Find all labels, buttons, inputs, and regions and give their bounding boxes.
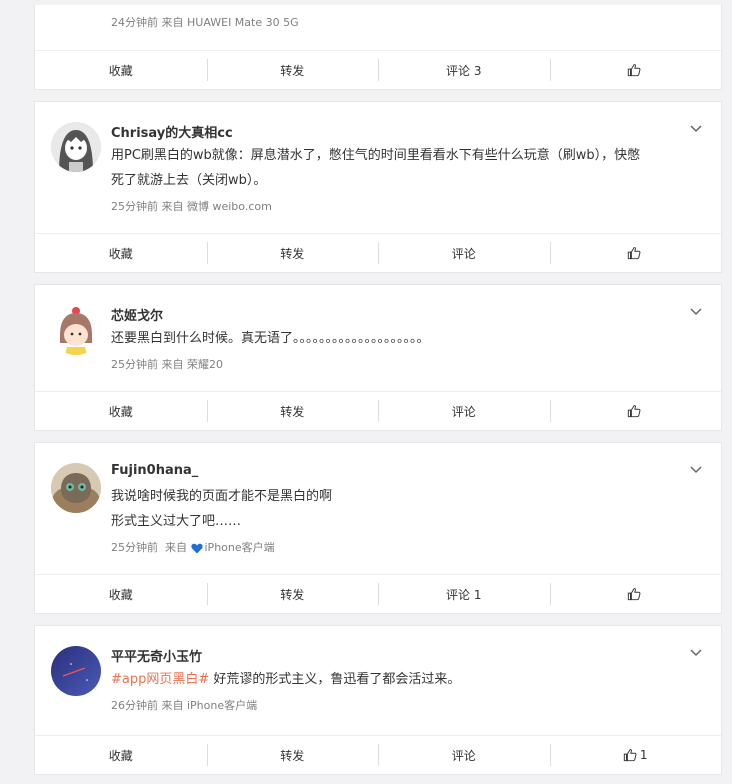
comment-button[interactable]: 评论 [378,392,550,430]
username[interactable]: 芯姬戈尔 [111,305,163,324]
thumbs-up-icon [627,588,641,601]
avatar[interactable] [51,646,101,696]
like-button[interactable] [549,234,722,272]
hashtag-link[interactable]: #app网页黑白# [111,672,209,687]
post-meta: 26分钟前 来自 iPhone客户端 [111,699,258,712]
chevron-down-icon[interactable] [689,463,703,477]
like-button[interactable] [549,392,722,430]
action-bar: 收藏 转发 评论 [35,233,721,272]
post-card: Fujin0hana_ 我说啥时候我的页面才能不是黑白的啊 形式主义过大了吧……… [34,442,722,614]
post-text: 死了就游上去（关闭wb）。 [111,173,267,188]
favorite-button[interactable]: 收藏 [35,575,207,613]
post-text: 还要黑白到什么时候。真无语了。。。。。。。。。。。。。。。。。。。。 [111,331,430,346]
favorite-button[interactable]: 收藏 [35,51,207,89]
chevron-down-icon[interactable] [689,122,703,136]
blue-heart-icon [190,543,203,553]
thumbs-up-icon [627,247,641,260]
repost-button[interactable]: 转发 [206,392,379,430]
username[interactable]: Fujin0hana_ [111,463,198,478]
comment-button[interactable]: 评论 [378,736,550,774]
post-text-body: 好荒谬的形式主义，鲁迅看了都会活过来。 [209,672,461,687]
cat-photo-avatar-icon [51,463,101,513]
post-text: 形式主义过大了吧…… [111,514,242,529]
post-text: #app网页黑白# 好荒谬的形式主义，鲁迅看了都会活过来。 [111,671,460,689]
post-card: 芯姬戈尔 还要黑白到什么时候。真无语了。。。。。。。。。。。。。。。。。。。。 … [34,284,722,431]
post-card: 24分钟前 来自 HUAWEI Mate 30 5G 收藏 转发 评论 3 [34,0,722,90]
avatar[interactable] [51,305,101,355]
post-card: 平平无奇小玉竹 #app网页黑白# 好荒谬的形式主义，鲁迅看了都会活过来。 26… [34,625,722,775]
repost-button[interactable]: 转发 [206,736,379,774]
post-meta: 24分钟前 来自 HUAWEI Mate 30 5G [111,16,299,29]
post-time-source: 25分钟前 来自 [111,541,191,554]
favorite-button[interactable]: 收藏 [35,234,207,272]
comment-button[interactable]: 评论 3 [378,51,550,89]
like-count: 1 [639,748,648,762]
thumbs-up-icon [627,405,641,418]
username[interactable]: Chrisay的大真相cc [111,122,233,141]
like-button[interactable] [549,51,722,89]
repost-button[interactable]: 转发 [206,575,379,613]
post-meta: 25分钟前 来自 微博 weibo.com [111,200,272,213]
cartoon-girl-avatar-icon [51,305,101,355]
post-device[interactable]: iPhone客户端 [205,541,275,554]
repost-button[interactable]: 转发 [206,51,379,89]
like-button[interactable] [549,575,722,613]
chevron-down-icon[interactable] [689,305,703,319]
thumbs-up-icon [627,64,641,77]
action-bar: 收藏 转发 评论 3 [35,50,721,89]
action-bar: 收藏 转发 评论 1 [35,735,721,774]
comment-button[interactable]: 评论 [378,234,550,272]
anime-girl-avatar-icon [51,122,101,172]
username[interactable]: 平平无奇小玉竹 [111,646,202,665]
comment-button[interactable]: 评论 1 [378,575,550,613]
favorite-button[interactable]: 收藏 [35,736,207,774]
action-bar: 收藏 转发 评论 [35,391,721,430]
repost-button[interactable]: 转发 [206,234,379,272]
favorite-button[interactable]: 收藏 [35,392,207,430]
top-fade [0,0,732,5]
post-card: Chrisay的大真相cc 用PC刷黑白的wb就像：屏息潜水了，憋住气的时间里看… [34,101,722,273]
action-bar: 收藏 转发 评论 1 [35,574,721,613]
post-text: 用PC刷黑白的wb就像：屏息潜水了，憋住气的时间里看看水下有些什么玩意（刷wb）… [111,148,641,163]
night-sky-avatar-icon [51,646,101,696]
thumbs-up-icon [623,749,637,762]
post-meta: 25分钟前 来自 荣耀20 [111,358,223,371]
avatar[interactable] [51,122,101,172]
chevron-down-icon[interactable] [689,646,703,660]
post-meta: 25分钟前 来自 iPhone客户端 [111,539,275,555]
like-button[interactable]: 1 [549,736,722,774]
post-text: 我说啥时候我的页面才能不是黑白的啊 [111,489,333,504]
avatar[interactable] [51,463,101,513]
